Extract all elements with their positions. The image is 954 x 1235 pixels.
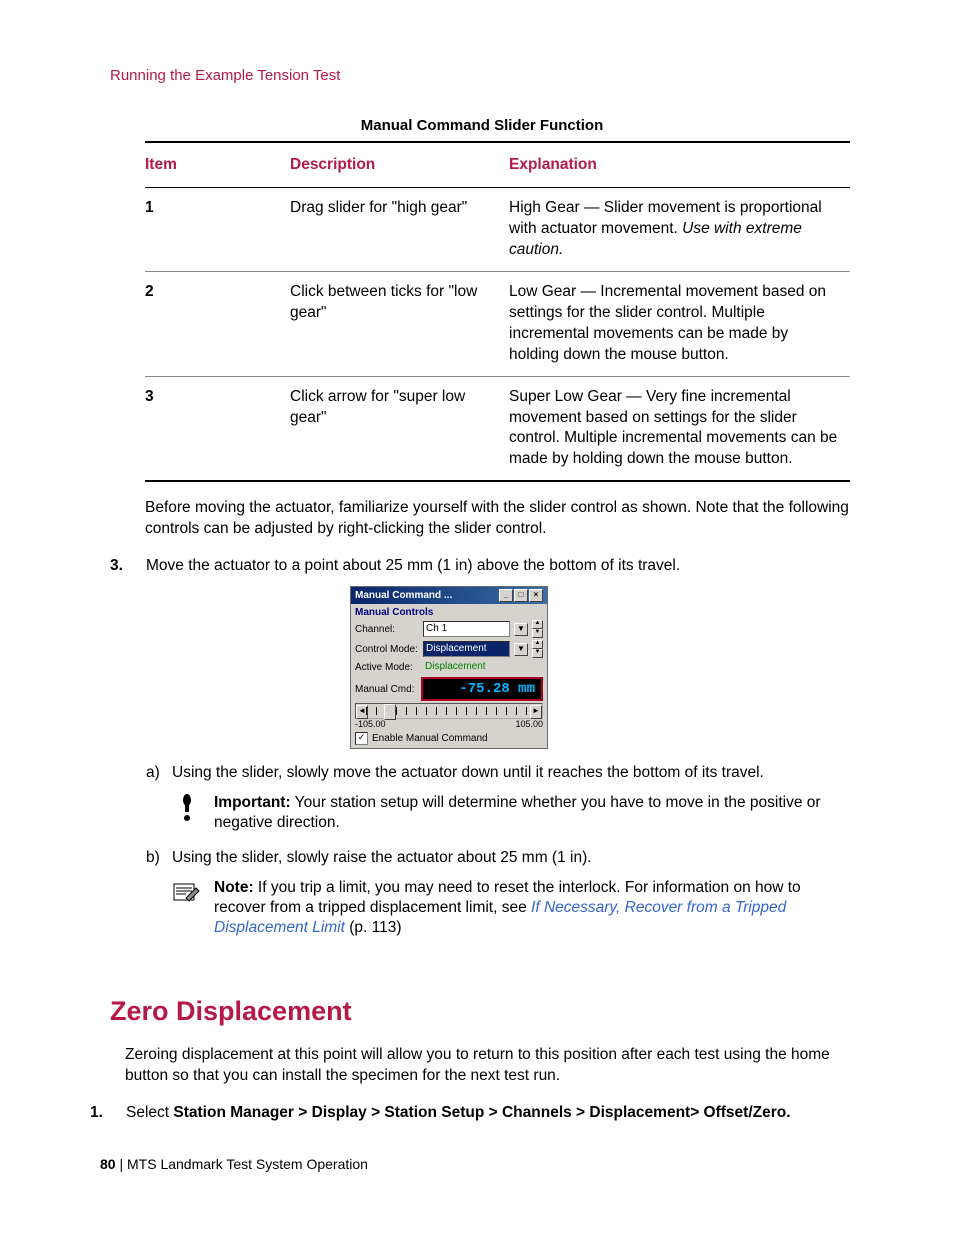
- channel-label: Channel:: [355, 623, 419, 636]
- table-row: 1 Drag slider for "high gear" High Gear …: [145, 188, 850, 272]
- channel-select[interactable]: Ch 1: [423, 621, 510, 637]
- dialog-title: Manual Command ...: [355, 589, 452, 602]
- minimize-button[interactable]: _: [499, 589, 513, 602]
- step-number: 3.: [110, 556, 146, 576]
- substep-text: Using the slider, slowly raise the actua…: [172, 848, 854, 868]
- cell-expl: High Gear — Slider movement is proportio…: [509, 188, 850, 272]
- page-footer: 80 | MTS Landmark Test System Operation: [100, 1155, 368, 1173]
- dialog-section: Manual Controls: [351, 604, 547, 619]
- slider-arrow-right-icon[interactable]: ►: [530, 705, 542, 719]
- slider-thumb[interactable]: [384, 704, 396, 720]
- control-mode-dropdown-icon[interactable]: ▼: [514, 643, 528, 656]
- channel-spin[interactable]: ▲▼: [532, 620, 543, 638]
- table-header-row: Item Description Explanation: [145, 142, 850, 188]
- important-body: Important: Your station setup will deter…: [214, 793, 854, 833]
- note-admonition: Note: If you trip a limit, you may need …: [172, 878, 854, 938]
- cell-desc: Click between ticks for "low gear": [290, 271, 509, 376]
- running-head: Running the Example Tension Test: [110, 66, 854, 86]
- col-explanation: Explanation: [509, 142, 850, 188]
- command-slider[interactable]: ◄ ►: [355, 703, 543, 719]
- substep-mark: b): [146, 848, 172, 868]
- maximize-button[interactable]: □: [514, 589, 528, 602]
- cell-item: 3: [145, 376, 290, 481]
- manual-command-dialog[interactable]: Manual Command ... _ □ × Manual Controls…: [350, 586, 548, 749]
- table-caption: Manual Command Slider Function: [110, 116, 854, 136]
- close-button[interactable]: ×: [529, 589, 543, 602]
- important-text: Your station setup will determine whethe…: [214, 794, 821, 831]
- heading-zero-displacement: Zero Displacement: [110, 994, 854, 1029]
- step-text: Move the actuator to a point about 25 mm…: [146, 556, 854, 576]
- table-row: 2 Click between ticks for "low gear" Low…: [145, 271, 850, 376]
- cell-expl: Low Gear — Incremental movement based on…: [509, 271, 850, 376]
- cell-item: 1: [145, 188, 290, 272]
- control-mode-label: Control Mode:: [355, 643, 419, 656]
- slider-max: 105.00: [515, 719, 543, 731]
- col-item: Item: [145, 142, 290, 188]
- col-description: Description: [290, 142, 509, 188]
- slider-function-table: Item Description Explanation 1 Drag slid…: [145, 141, 850, 482]
- important-label: Important:: [214, 794, 291, 811]
- dialog-titlebar[interactable]: Manual Command ... _ □ ×: [351, 587, 547, 604]
- important-admonition: Important: Your station setup will deter…: [172, 793, 854, 833]
- note-label: Note:: [214, 879, 254, 896]
- control-mode-spin[interactable]: ▲▼: [532, 640, 543, 658]
- channel-dropdown-icon[interactable]: ▼: [514, 623, 528, 636]
- note-body: Note: If you trip a limit, you may need …: [214, 878, 854, 938]
- control-mode-select[interactable]: Displacement: [423, 641, 510, 657]
- cell-desc: Drag slider for "high gear": [290, 188, 509, 272]
- enable-manual-label: Enable Manual Command: [372, 732, 488, 745]
- zero-para: Zeroing displacement at this point will …: [125, 1045, 854, 1087]
- page-number: 80: [100, 1156, 116, 1172]
- active-mode-value: Displacement: [423, 660, 543, 674]
- cell-expl: Super Low Gear — Very fine incremental m…: [509, 376, 850, 481]
- para-before-move: Before moving the actuator, familiarize …: [145, 498, 854, 540]
- step-3: 3. Move the actuator to a point about 25…: [110, 556, 854, 576]
- table-row: 3 Click arrow for "super low gear" Super…: [145, 376, 850, 481]
- cell-item: 2: [145, 271, 290, 376]
- substep-a: a) Using the slider, slowly move the act…: [146, 763, 854, 783]
- step-text: Select Station Manager > Display > Stati…: [126, 1103, 854, 1123]
- slider-min: -105.00: [355, 719, 386, 731]
- step-1-zero: 1. Select Station Manager > Display > St…: [90, 1103, 854, 1123]
- enable-manual-checkbox[interactable]: ✓: [355, 732, 368, 745]
- footer-title: MTS Landmark Test System Operation: [127, 1156, 368, 1172]
- manual-cmd-readout: -75.28 mm: [421, 677, 543, 701]
- active-mode-label: Active Mode:: [355, 661, 419, 674]
- important-icon: [172, 793, 202, 823]
- substep-mark: a): [146, 763, 172, 783]
- step-number: 1.: [90, 1103, 126, 1123]
- note-icon: [172, 878, 202, 908]
- note-text-2: (p. 113): [345, 919, 402, 936]
- substep-b: b) Using the slider, slowly raise the ac…: [146, 848, 854, 868]
- cell-desc: Click arrow for "super low gear": [290, 376, 509, 481]
- manual-cmd-label: Manual Cmd:: [355, 683, 414, 696]
- substep-text: Using the slider, slowly move the actuat…: [172, 763, 854, 783]
